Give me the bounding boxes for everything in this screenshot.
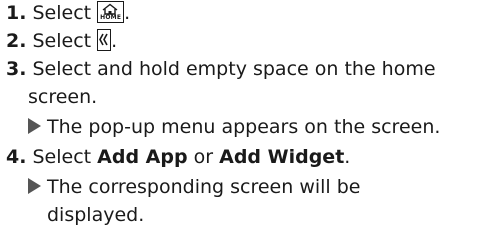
step-number: 3. (6, 58, 27, 80)
instruction-page: 1. Select HOME. 2. Select . 3. Select an… (0, 0, 485, 245)
step-3-continuation: screen. (28, 86, 98, 108)
step-punct: . (124, 2, 131, 24)
add-widget-label: Add Widget (219, 146, 345, 168)
step-text-middle: or (187, 146, 220, 168)
step-4-result: The corresponding screen will be (28, 173, 360, 201)
step-text: Select (32, 146, 98, 168)
result-arrow-icon (28, 118, 41, 134)
step-2: 2. Select . (6, 27, 117, 55)
step-4: 4. Select Add App or Add Widget. (6, 143, 350, 171)
double-chevron-left-icon (97, 29, 112, 51)
result-text: The pop-up menu appears on the screen. (47, 116, 441, 138)
step-text: Select (32, 30, 98, 52)
step-3: 3. Select and hold empty space on the ho… (6, 55, 436, 83)
step-number: 2. (6, 30, 27, 52)
result-text: The corresponding screen will be (47, 176, 361, 198)
home-icon: HOME (97, 1, 125, 23)
home-icon-label: HOME (100, 14, 122, 21)
step-text: Select and hold empty space on the home (32, 58, 436, 80)
step-4-result-continuation: displayed. (47, 204, 145, 226)
step-text: Select (32, 2, 98, 24)
step-number: 4. (6, 146, 27, 168)
step-1: 1. Select HOME. (6, 0, 130, 27)
step-number: 1. (6, 2, 27, 24)
step-punct: . (111, 30, 118, 52)
result-arrow-icon (28, 178, 41, 194)
step-3-result: The pop-up menu appears on the screen. (28, 113, 440, 141)
step-punct: . (344, 146, 351, 168)
add-app-label: Add App (97, 146, 188, 168)
